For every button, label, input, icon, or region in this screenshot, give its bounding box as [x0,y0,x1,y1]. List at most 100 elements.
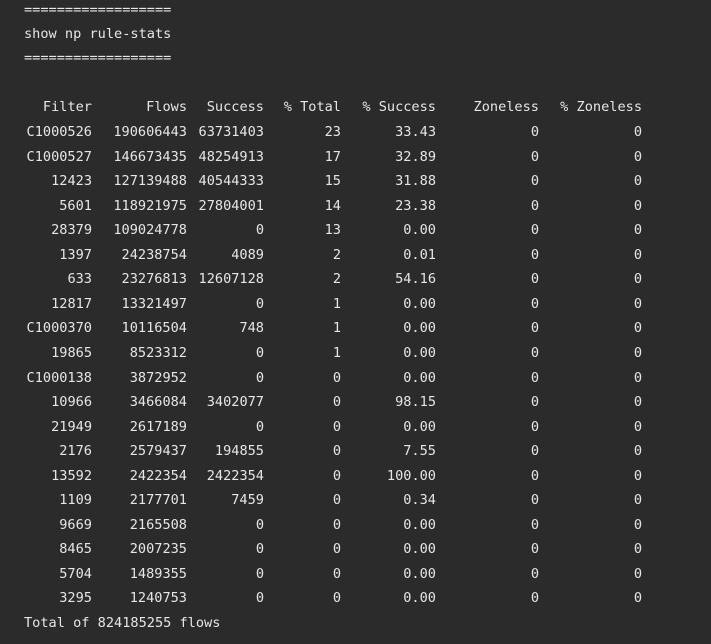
row-pct-success: 0.00 [403,590,436,607]
header-pct-total: % Total [283,99,341,115]
table-row: 8465 2007235 0 0 0.00 0 0 [0,540,711,558]
row-flows: 3872952 [129,369,187,386]
row-pct-zoneless: 0 [633,173,642,190]
row-pct-success: 33.43 [395,124,436,140]
row-zoneless: 0 [530,148,539,165]
table-row: 633 23276813 12607128 2 54.16 0 0 [0,270,711,288]
row-flows: 2579437 [129,443,187,460]
row-filter: 2176 [59,443,92,460]
separator-top: ================== [24,2,172,18]
row-pct-zoneless: 0 [633,320,642,337]
row-pct-success: 0.00 [403,565,436,582]
row-pct-zoneless: 0 [633,295,642,312]
row-success: 2422354 [206,467,264,484]
table-row: 21949 2617189 0 0 0.00 0 0 [0,418,711,436]
row-pct-zoneless: 0 [633,148,642,165]
row-pct-total: 2 [332,246,341,263]
row-pct-zoneless: 0 [633,590,642,607]
row-pct-total: 1 [332,344,341,361]
row-zoneless: 0 [530,271,539,288]
command-line: show np rule-stats [24,26,172,42]
table-row: 10966 3466084 3402077 0 98.15 0 0 [0,393,711,411]
terminal-window: ================== show np rule-stats ==… [0,0,711,644]
row-pct-total: 0 [332,443,341,460]
row-success: 40544333 [198,173,264,190]
row-success: 0 [255,295,264,312]
row-pct-zoneless: 0 [633,492,642,509]
footer-total: Total of 824185255 flows [24,615,221,631]
row-pct-zoneless: 0 [633,197,642,214]
row-flows: 1240753 [129,590,187,607]
row-zoneless: 0 [530,467,539,484]
row-zoneless: 0 [530,565,539,582]
row-pct-zoneless: 0 [633,565,642,582]
row-filter: 12423 [51,173,92,190]
row-zoneless: 0 [530,197,539,214]
row-pct-total: 23 [324,124,341,140]
row-pct-total: 0 [332,492,341,509]
row-zoneless: 0 [530,320,539,337]
row-pct-total: 0 [332,590,341,607]
row-pct-success: 7.55 [403,443,436,460]
row-pct-success: 100.00 [386,467,436,484]
row-success: 0 [255,369,264,386]
row-pct-success: 0.00 [403,516,436,533]
row-pct-zoneless: 0 [633,394,642,411]
row-pct-success: 0.00 [403,320,436,337]
row-filter: 10966 [51,394,92,411]
separator-bottom: ================== [24,50,172,66]
row-filter: 5704 [59,565,92,582]
row-pct-zoneless: 0 [633,344,642,361]
row-filter: 19865 [51,344,92,361]
row-flows: 3466084 [129,394,187,411]
table-row: C1000138 3872952 0 0 0.00 0 0 [0,369,711,387]
row-filter: 8465 [59,541,92,558]
row-success: 4089 [231,246,264,263]
header-pct-success: % Success [362,99,436,115]
row-flows: 2165508 [129,516,187,533]
row-pct-success: 98.15 [395,394,436,411]
row-pct-total: 13 [324,222,341,239]
row-flows: 146673435 [113,148,187,165]
table-row: C1000526 190606443 63731403 23 33.43 0 0 [0,123,711,141]
row-filter: C1000526 [26,124,92,140]
row-pct-total: 15 [324,173,341,190]
row-pct-total: 0 [332,541,341,558]
row-filter: 12817 [51,295,92,312]
row-pct-success: 0.00 [403,295,436,312]
row-zoneless: 0 [530,124,539,140]
row-filter: 1397 [59,246,92,263]
row-zoneless: 0 [530,590,539,607]
table-row: 3295 1240753 0 0 0.00 0 0 [0,589,711,607]
row-zoneless: 0 [530,344,539,361]
header-success: Success [206,99,264,115]
row-filter: C1000138 [26,369,92,386]
row-pct-zoneless: 0 [633,246,642,263]
row-pct-zoneless: 0 [633,222,642,239]
row-success: 748 [239,320,264,337]
row-success: 12607128 [198,271,264,288]
row-pct-total: 0 [332,516,341,533]
row-pct-success: 0.00 [403,369,436,386]
table-row: 1397 24238754 4089 2 0.01 0 0 [0,246,711,264]
row-flows: 2007235 [129,541,187,558]
header-flows: Flows [146,99,187,115]
row-flows: 118921975 [113,197,187,214]
table-row: 28379 109024778 0 13 0.00 0 0 [0,221,711,239]
row-flows: 109024778 [113,222,187,239]
row-pct-success: 31.88 [395,173,436,190]
row-filter: 13592 [51,467,92,484]
row-zoneless: 0 [530,418,539,435]
row-pct-zoneless: 0 [633,541,642,558]
row-zoneless: 0 [530,222,539,239]
table-row: C1000370 10116504 748 1 0.00 0 0 [0,319,711,337]
row-pct-zoneless: 0 [633,418,642,435]
row-success: 63731403 [198,124,264,140]
row-pct-zoneless: 0 [633,124,642,140]
row-success: 0 [255,418,264,435]
row-filter: 28379 [51,222,92,239]
row-success: 0 [255,344,264,361]
row-flows: 2422354 [129,467,187,484]
row-success: 0 [255,541,264,558]
row-pct-zoneless: 0 [633,516,642,533]
